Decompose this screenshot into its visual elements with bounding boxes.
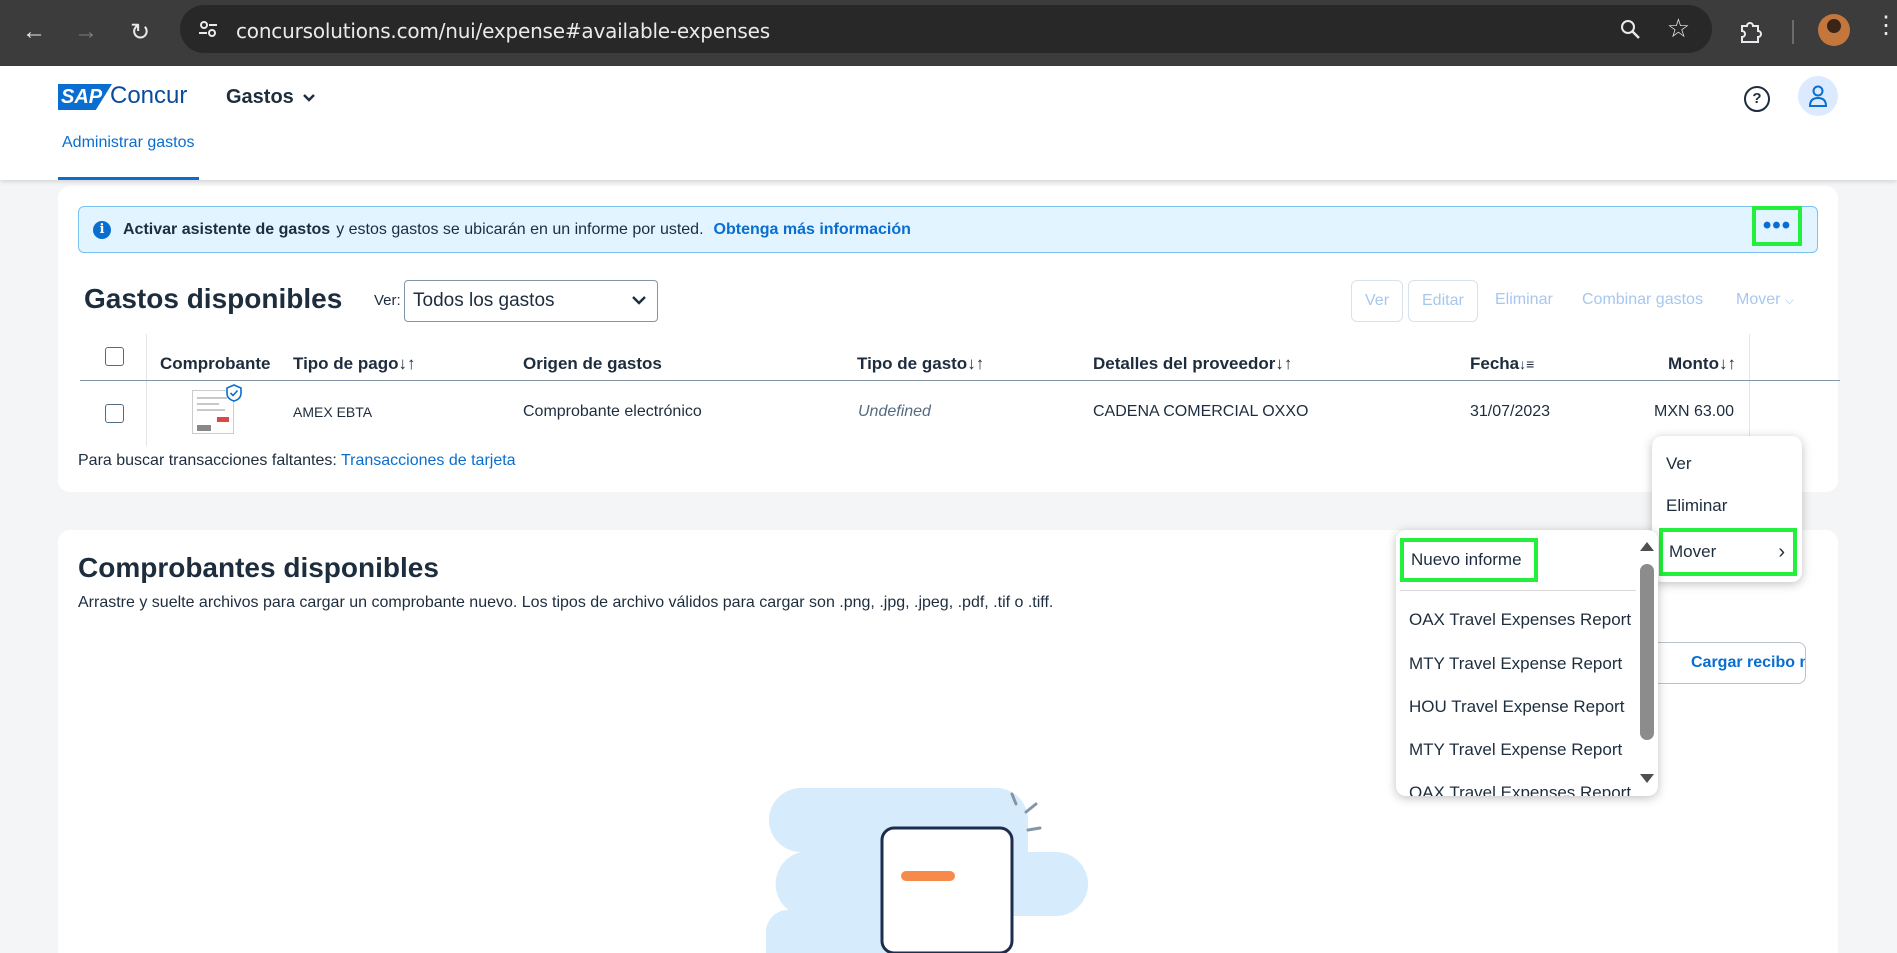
scrollbar-thumb[interactable] [1640, 564, 1654, 740]
back-icon[interactable]: ← [16, 14, 52, 50]
upload-illustration [765, 788, 1088, 953]
mover-button[interactable]: Mover ⌵ [1736, 280, 1794, 322]
gastos-menu[interactable]: Gastos [226, 86, 316, 109]
row-actions-menu: Ver Eliminar Mover › [1652, 436, 1802, 582]
app-header: SAP Concur Gastos ? Administrar gastos [0, 66, 1897, 180]
tab-administrar-gastos[interactable]: Administrar gastos [58, 130, 199, 180]
editar-button[interactable]: Editar [1408, 280, 1478, 322]
col-monto-label: Monto [1668, 354, 1719, 373]
extensions-icon[interactable] [1736, 16, 1766, 46]
menu-item-mover-label: Mover [1669, 542, 1717, 561]
combinar-gastos-button[interactable]: Combinar gastos [1582, 280, 1703, 322]
scroll-up-arrow[interactable] [1640, 542, 1654, 551]
menu-item-eliminar[interactable]: Eliminar [1666, 496, 1727, 516]
table-header-divider [80, 380, 1840, 381]
browser-menu-icon[interactable]: ⋮ [1874, 14, 1897, 38]
sap-logo[interactable]: SAP [58, 84, 112, 110]
upload-receipt-button[interactable]: Cargar recibo nuevo [1646, 642, 1806, 684]
missing-transactions-text: Para buscar transacciones faltantes: Tra… [78, 452, 516, 470]
gastos-menu-label: Gastos [226, 86, 294, 108]
url-text[interactable]: concursolutions.com/nui/expense#availabl… [236, 19, 770, 43]
browser-toolbar: ← → ↻ concursolutions.com/nui/expense#av… [0, 0, 1897, 66]
chevron-down-icon [302, 93, 315, 102]
receipts-title: Comprobantes disponibles [78, 552, 439, 583]
missing-transactions-label: Para buscar transacciones faltantes: [78, 452, 337, 469]
report-item[interactable]: MTY Travel Expense Report [1409, 740, 1622, 760]
scroll-down-arrow[interactable] [1640, 774, 1654, 783]
chevron-down-icon [632, 296, 646, 305]
ver-button[interactable]: Ver [1351, 280, 1404, 322]
profile-avatar[interactable] [1818, 14, 1850, 46]
help-icon[interactable]: ? [1744, 86, 1770, 112]
report-item[interactable]: OAX Travel Expenses Report [1409, 783, 1631, 796]
report-item[interactable]: HOU Travel Expense Report [1409, 697, 1624, 717]
expense-assistant-banner: i Activar asistente de gastos y estos ga… [78, 206, 1818, 253]
sort-icon: ↓↑ [1718, 354, 1736, 373]
submenu-divider [1400, 590, 1636, 591]
card-transactions-link[interactable]: Transacciones de tarjeta [341, 452, 516, 469]
col-tipo-pago-label: Tipo de pago [293, 354, 399, 373]
chevron-right-icon: › [1778, 541, 1785, 563]
more-actions-button[interactable]: ••• [1752, 206, 1802, 246]
sort-icon: ↓↑ [398, 354, 416, 373]
row-checkbox[interactable] [105, 404, 124, 423]
cell-tipo-gasto: Undefined [858, 403, 931, 420]
col-tipo-gasto-label: Tipo de gasto [857, 354, 968, 373]
sort-desc-icon: ↓≡ [1519, 356, 1535, 372]
site-settings-icon[interactable] [196, 17, 220, 41]
col-fecha-label: Fecha [1470, 354, 1520, 373]
report-item[interactable]: MTY Travel Expense Report [1409, 654, 1622, 674]
search-icon[interactable] [1618, 17, 1642, 41]
available-expenses-card: i Activar asistente de gastos y estos ga… [58, 186, 1840, 492]
eliminar-button[interactable]: Eliminar [1495, 280, 1553, 322]
toolbar-divider [1792, 20, 1794, 44]
page-title: Gastos disponibles [84, 283, 343, 314]
receipts-description: Arrastre y suelte archivos para cargar u… [78, 594, 1054, 611]
view-select[interactable]: Todos los gastos [404, 280, 658, 322]
view-label: Ver: [374, 292, 401, 309]
address-bar[interactable]: concursolutions.com/nui/expense#availabl… [180, 5, 1712, 53]
col-proveedor-label: Detalles del proveedor [1093, 354, 1276, 373]
banner-bold-text: Activar asistente de gastos [123, 220, 331, 238]
verified-shield-icon [226, 384, 242, 402]
sort-icon: ↓↑ [967, 354, 985, 373]
user-profile-icon[interactable] [1798, 76, 1838, 116]
menu-item-ver[interactable]: Ver [1666, 454, 1692, 474]
new-report-item[interactable]: Nuevo informe [1400, 538, 1538, 582]
concur-logo[interactable]: Concur [110, 82, 187, 110]
menu-item-mover[interactable]: Mover › [1659, 528, 1797, 576]
move-to-report-submenu: Nuevo informe OAX Travel Expenses Report… [1396, 530, 1658, 796]
column-separator [146, 334, 147, 446]
cell-origen: Comprobante electrónico [523, 403, 702, 420]
reload-icon[interactable]: ↻ [122, 14, 158, 50]
cell-proveedor: CADENA COMERCIAL OXXO [1093, 403, 1309, 420]
cell-tipo-pago: AMEX EBTA [293, 404, 373, 420]
column-separator [1749, 334, 1750, 446]
select-all-checkbox[interactable] [105, 347, 124, 366]
banner-text: y estos gastos se ubicarán en un informe… [336, 220, 704, 238]
mover-button-label: Mover [1736, 291, 1781, 308]
forward-icon[interactable]: → [68, 14, 104, 50]
view-select-value: Todos los gastos [413, 290, 555, 311]
cell-fecha: 31/07/2023 [1470, 403, 1551, 420]
chevron-down-icon: ⌵ [1784, 293, 1795, 307]
banner-learn-more-link[interactable]: Obtenga más información [714, 221, 911, 239]
bookmark-star-icon[interactable]: ☆ [1667, 13, 1690, 44]
sort-icon: ↓↑ [1275, 354, 1293, 373]
info-icon: i [93, 220, 111, 239]
report-item[interactable]: OAX Travel Expenses Report [1409, 610, 1631, 630]
cell-monto: MXN 63.00 [1654, 403, 1735, 420]
